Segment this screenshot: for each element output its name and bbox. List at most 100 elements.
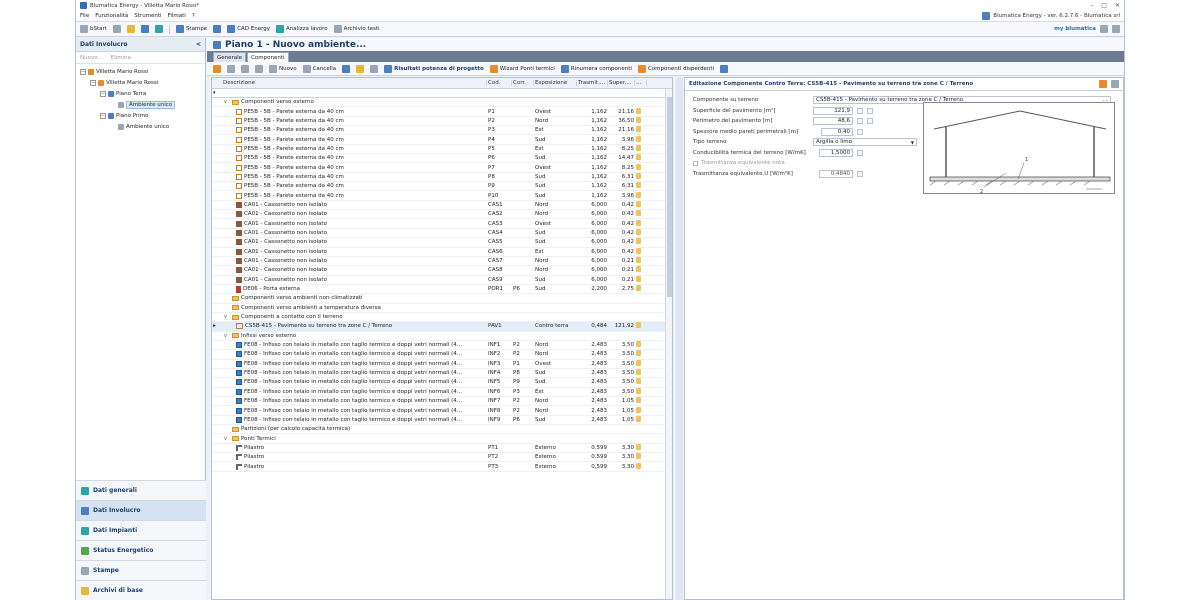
lock-icon[interactable] [636,219,641,226]
brand-label[interactable]: my blumatica [1054,26,1096,32]
window-icon[interactable] [1111,80,1119,88]
lock-icon[interactable] [636,126,641,133]
collapse-button[interactable]: < [196,41,201,48]
lock-icon[interactable] [636,238,641,245]
nuovo-button[interactable]: Nuovo [269,64,297,73]
table-row[interactable]: FE08 - Infisso con telaio in metallo con… [212,378,672,388]
table-row[interactable]: PE5B - 5B - Parete esterna da 40 cm P8 Sud… [212,172,672,183]
filter-row[interactable]: ▾ [212,89,672,98]
lock-icon[interactable] [636,275,641,282]
copy-icon[interactable] [342,64,351,73]
lock-icon[interactable] [636,135,641,142]
table-row[interactable]: PE5B - 5B - Parete esterna da 40 cm P3 Est… [212,126,672,136]
menu-strumenti[interactable]: Strumenti [134,13,161,19]
table-row[interactable]: PE5B - 5B - Parete esterna da 40 cm P7 Ove… [212,163,672,173]
lock-icon[interactable] [636,200,641,207]
maximize-button[interactable]: □ [1101,2,1107,9]
tab-componenti[interactable]: Componenti [247,52,289,62]
lock-icon[interactable] [636,415,641,422]
lock-icon[interactable] [636,462,641,469]
table-row[interactable]: FE08 - Infisso con telaio in metallo con… [212,387,672,397]
trasm-nota-checkbox[interactable] [693,160,698,166]
add-component-icon[interactable] [213,64,221,73]
table-row[interactable]: CA01 - Cassonetto non isolato CAS2 Nord 6,0… [212,210,672,220]
lock-icon[interactable] [636,350,641,357]
table-row[interactable]: CA01 - Cassonetto non isolato CAS8 Nord 6,0… [212,266,672,276]
col-esposizione[interactable]: Esposizione [534,80,577,86]
tree-node[interactable]: Ambiente unico [76,99,205,110]
table-row[interactable]: FE08 - Infisso con telaio in metallo con… [212,341,672,351]
table-row[interactable]: PE5B - 5B - Parete esterna da 40 cm P5 Est… [212,144,672,155]
user-icon[interactable] [1100,25,1108,33]
smart-icon[interactable] [1099,80,1107,88]
tree-expander[interactable]: − [80,68,86,75]
tree-node[interactable]: − Piano Primo [76,110,205,121]
tree-expander[interactable]: − [90,79,96,86]
grid-scrollbar[interactable] [665,89,672,599]
table-row[interactable]: Pilastro PT3 Esterno 0,599 3,30 [212,462,672,472]
table-row[interactable]: CA01 - Cassonetto non isolato CAS9 Sud 6,00… [212,275,672,285]
table-row[interactable]: DE06 - Porta esterna POR1 P6 Sud 2,200 2,75 [212,285,672,295]
lock-icon[interactable] [636,191,641,198]
table-row[interactable]: FE08 - Infisso con telaio in metallo con… [212,369,672,379]
export-icon[interactable] [720,64,729,73]
nav-dati-involucro-button[interactable]: Dati Involucro [76,500,206,520]
lock-icon[interactable] [636,257,641,264]
menu-file[interactable]: File [80,13,89,19]
lock-icon[interactable] [636,322,641,329]
open-folder-icon[interactable] [126,25,135,33]
nav-dati-impianti-button[interactable]: Dati Impianti [76,520,206,540]
group-expander[interactable]: v [224,314,230,320]
perimetro-spinner[interactable] [857,118,863,125]
cad-energy-button[interactable]: CAD Energy [227,25,270,33]
tree-node[interactable]: − Villetta Mario Rossi [76,66,205,77]
nuovo-dropdown[interactable]: Nuovo... [80,55,103,61]
lock-icon[interactable] [636,406,641,413]
lock-icon[interactable] [636,228,641,235]
table-row[interactable]: CA01 - Cassonetto non isolato CAS1 Nord 6,0… [212,200,672,211]
spessore-spinner[interactable] [857,128,863,135]
nav-stampe-button[interactable]: Stampe [76,560,206,580]
minimize-button[interactable]: – [1090,2,1093,9]
analizza-lavoro-button[interactable]: Analizza lavoro [276,25,328,33]
lock-icon[interactable] [636,144,641,151]
trasm-eq-spinner[interactable] [857,170,863,177]
wizard-ponti-button[interactable]: Wizard Ponti termici [489,64,555,73]
lock-icon[interactable] [636,341,641,348]
close-button[interactable]: ✕ [1115,2,1120,9]
lock-icon[interactable] [636,154,641,161]
table-row[interactable]: PE5B - 5B - Parete esterna da 40 cm P1 Ove… [212,107,672,117]
save-icon[interactable] [140,25,149,33]
menu-funzionalita[interactable]: Funzionalità [95,13,128,19]
table-row[interactable]: PE5B - 5B - Parete esterna da 40 cm P6 Sud… [212,154,672,164]
tree-node[interactable]: Ambiente unico [76,121,205,132]
conducibilita-spinner[interactable] [857,149,863,156]
perimetro-input[interactable]: 48,6 [813,117,853,126]
tree-node[interactable]: − Piano Terra [76,88,205,99]
table-row[interactable]: Pilastro PT2 Esterno 0,599 3,30 [212,453,672,463]
col-trasmittanza[interactable]: Trasmit.... [577,80,608,86]
group-expander[interactable]: v [224,99,230,105]
table-row[interactable]: FE08 - Infisso con telaio in metallo con… [212,415,672,426]
cancella-button[interactable]: Cancella [302,64,336,73]
table-row[interactable]: CA01 - Cassonetto non isolato CAS4 Sud 6,00… [212,228,672,239]
grid-icon[interactable] [370,64,379,73]
table-row[interactable]: Pilastro PT1 Esterno 0,599 3,30 [212,443,672,454]
group-row[interactable]: v Componenti verso esterno [212,98,672,108]
table-row[interactable]: CA01 - Cassonetto non isolato CAS5 Sud 6,00… [212,238,672,248]
superficie-calc[interactable] [867,107,873,114]
col-cod[interactable]: Cod. [487,80,512,86]
table-row[interactable]: FE08 - Infisso con telaio in metallo con… [212,397,672,407]
collapse-icon[interactable] [241,64,249,73]
superficie-spinner[interactable] [857,107,863,114]
perimetro-calc[interactable] [867,118,873,125]
table-row[interactable]: PE5B - 5B - Parete esterna da 40 cm P10 Su… [212,191,672,201]
disperdenti-button[interactable]: Componenti disperdenti [637,64,714,73]
table-row[interactable]: PE5B - 5B - Parete esterna da 40 cm P9 Sud… [212,182,672,192]
paste-icon[interactable] [356,64,365,73]
lock-icon[interactable] [636,172,641,179]
superficie-input[interactable]: 121,9 [813,106,853,115]
spessore-input[interactable]: 0,40 [821,127,853,136]
splitter[interactable] [676,77,683,600]
group-expander[interactable]: v [224,333,230,339]
